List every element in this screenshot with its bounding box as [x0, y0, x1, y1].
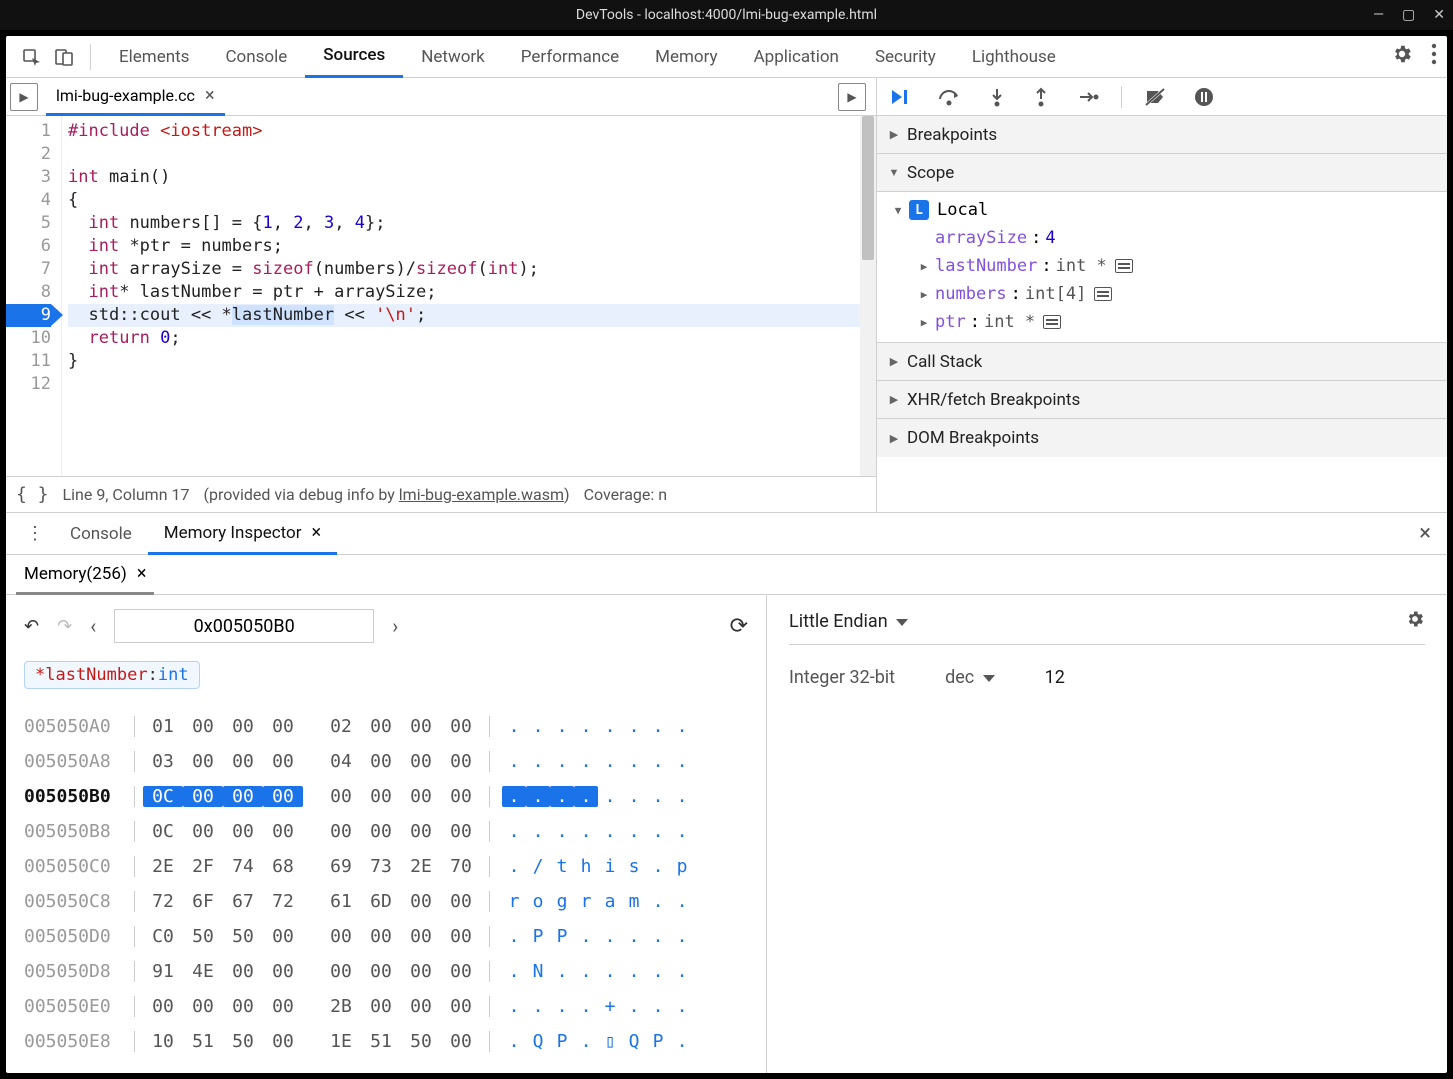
callstack-pane[interactable]: ▶Call Stack: [877, 343, 1447, 381]
endianness-select[interactable]: Little Endian: [789, 611, 908, 632]
step-over-icon[interactable]: [937, 87, 961, 107]
close-icon[interactable]: ×: [137, 563, 147, 584]
coverage-label: Coverage: n: [584, 485, 668, 504]
step-out-icon[interactable]: [1033, 87, 1049, 107]
undo-icon[interactable]: ↶: [24, 616, 39, 637]
int-value: 12: [1045, 667, 1065, 688]
scope-variable[interactable]: ▶numbers: int[4]: [877, 280, 1447, 308]
local-badge-icon: L: [909, 200, 929, 220]
maximize-icon[interactable]: ▢: [1402, 7, 1415, 23]
code-editor[interactable]: 123456789101112 #include <iostream> int …: [6, 116, 876, 476]
xhr-breakpoints-pane[interactable]: ▶XHR/fetch Breakpoints: [877, 381, 1447, 419]
scope-variable[interactable]: ▶lastNumber: int *: [877, 252, 1447, 280]
settings-icon[interactable]: [1391, 43, 1413, 70]
kebab-menu-icon[interactable]: ⋮: [16, 523, 54, 544]
settings-icon[interactable]: [1405, 609, 1425, 634]
tab-sources[interactable]: Sources: [305, 36, 403, 78]
format-select[interactable]: dec: [945, 667, 995, 688]
tab-memory-inspector[interactable]: Memory Inspector ×: [148, 513, 337, 555]
inspect-element-icon[interactable]: [16, 41, 48, 73]
debug-info-source: (provided via debug info by lmi-bug-exam…: [204, 485, 570, 504]
chevron-right-icon: ▶: [887, 128, 901, 141]
tab-memory[interactable]: Memory: [637, 36, 735, 78]
debugger-toolbar: [877, 78, 1447, 116]
navigator-toggle-icon[interactable]: ▶: [10, 83, 38, 111]
int-type-label: Integer 32-bit: [789, 667, 895, 688]
refresh-icon[interactable]: ⟳: [730, 614, 748, 639]
breakpoints-pane[interactable]: ▶Breakpoints: [877, 116, 1447, 154]
titlebar: DevTools - localhost:4000/lmi-bug-exampl…: [0, 0, 1453, 30]
redo-icon: ↷: [57, 616, 72, 637]
scope-pane[interactable]: ▼Scope: [877, 154, 1447, 192]
next-page-icon[interactable]: ›: [392, 614, 398, 638]
tab-application[interactable]: Application: [736, 36, 857, 78]
close-icon[interactable]: ×: [312, 522, 322, 543]
scrollbar[interactable]: [860, 116, 876, 476]
tab-elements[interactable]: Elements: [101, 36, 207, 78]
chevron-right-icon: ▶: [887, 355, 901, 368]
chevron-down-icon: ▼: [887, 166, 901, 179]
more-tabs-icon[interactable]: ▶: [838, 83, 866, 111]
chevron-down-icon: [896, 619, 908, 626]
minimize-icon[interactable]: —: [1373, 7, 1384, 23]
pause-on-exceptions-icon[interactable]: [1194, 87, 1214, 107]
close-icon[interactable]: ×: [205, 85, 215, 106]
chevron-right-icon: ▶: [887, 393, 901, 406]
address-input[interactable]: [114, 609, 374, 643]
scope-local[interactable]: ▼ L Local: [877, 196, 1447, 224]
chevron-right-icon: ▶: [887, 432, 901, 445]
hex-view[interactable]: 005050A00100000002000000........005050A8…: [24, 709, 748, 1059]
tab-performance[interactable]: Performance: [503, 36, 637, 78]
memory-tab[interactable]: Memory(256) ×: [16, 555, 154, 595]
prev-page-icon[interactable]: ‹: [90, 614, 96, 638]
close-icon[interactable]: ✕: [1433, 7, 1445, 23]
close-drawer-icon[interactable]: ×: [1419, 521, 1437, 546]
cursor-position: Line 9, Column 17: [63, 485, 190, 504]
window-title: DevTools - localhost:4000/lmi-bug-exampl…: [576, 7, 877, 23]
scope-variable[interactable]: arraySize: 4: [877, 224, 1447, 252]
deactivate-breakpoints-icon[interactable]: [1144, 87, 1166, 107]
dom-breakpoints-pane[interactable]: ▶DOM Breakpoints: [877, 419, 1447, 457]
pretty-print-icon[interactable]: { }: [16, 484, 49, 505]
memory-icon[interactable]: [1043, 315, 1061, 329]
device-toolbar-icon[interactable]: [48, 41, 80, 73]
memory-icon[interactable]: [1094, 287, 1112, 301]
file-tab[interactable]: lmi-bug-example.cc ×: [46, 78, 225, 116]
main-tabs: ElementsConsoleSourcesNetworkPerformance…: [6, 36, 1447, 78]
tab-console[interactable]: Console: [54, 513, 148, 555]
kebab-menu-icon[interactable]: [1431, 43, 1437, 70]
tab-lighthouse[interactable]: Lighthouse: [954, 36, 1074, 78]
resume-icon[interactable]: [889, 87, 909, 107]
tab-console[interactable]: Console: [207, 36, 305, 78]
tab-network[interactable]: Network: [403, 36, 503, 78]
tab-security[interactable]: Security: [857, 36, 954, 78]
step-icon[interactable]: [1077, 87, 1099, 107]
memory-icon[interactable]: [1115, 259, 1133, 273]
memory-chip[interactable]: *lastNumber: int: [24, 661, 200, 689]
chevron-down-icon: ▼: [891, 204, 905, 217]
scope-variable[interactable]: ▶ptr: int *: [877, 308, 1447, 336]
wasm-link[interactable]: lmi-bug-example.wasm: [399, 485, 564, 504]
step-into-icon[interactable]: [989, 87, 1005, 107]
file-tab-label: lmi-bug-example.cc: [56, 86, 195, 105]
chevron-down-icon: [983, 675, 995, 682]
